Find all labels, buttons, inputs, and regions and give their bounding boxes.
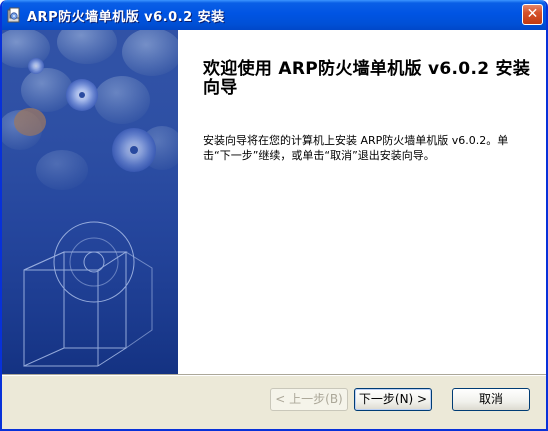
- back-button[interactable]: < 上一步(B): [270, 388, 348, 411]
- next-button[interactable]: 下一步(N) >: [354, 388, 432, 411]
- cancel-button[interactable]: 取消: [452, 388, 530, 411]
- window-title: ARP防火墙单机版 v6.0.2 安装: [27, 10, 225, 25]
- dialog-client: 欢迎使用 ARP防火墙单机版 v6.0.2 安装向导 安装向导将在您的计算机上安…: [2, 30, 546, 429]
- welcome-content: 欢迎使用 ARP防火墙单机版 v6.0.2 安装向导 安装向导将在您的计算机上安…: [178, 30, 546, 374]
- installer-window: ARP防火墙单机版 v6.0.2 安装 ✕ 欢迎使用 ARP防火墙单机版 v6.…: [0, 0, 548, 431]
- close-button[interactable]: ✕: [522, 4, 543, 25]
- cd-box-illustration: [2, 30, 178, 374]
- installer-icon: [7, 7, 20, 23]
- welcome-banner: [2, 30, 178, 374]
- close-icon: ✕: [526, 6, 539, 22]
- button-divider: [2, 374, 546, 376]
- title-bar[interactable]: ARP防火墙单机版 v6.0.2 安装 ✕: [2, 0, 546, 30]
- welcome-description: 安装向导将在您的计算机上安装 ARP防火墙单机版 v6.0.2。单击“下一步”继…: [203, 134, 509, 162]
- welcome-heading: 欢迎使用 ARP防火墙单机版 v6.0.2 安装向导: [203, 59, 531, 98]
